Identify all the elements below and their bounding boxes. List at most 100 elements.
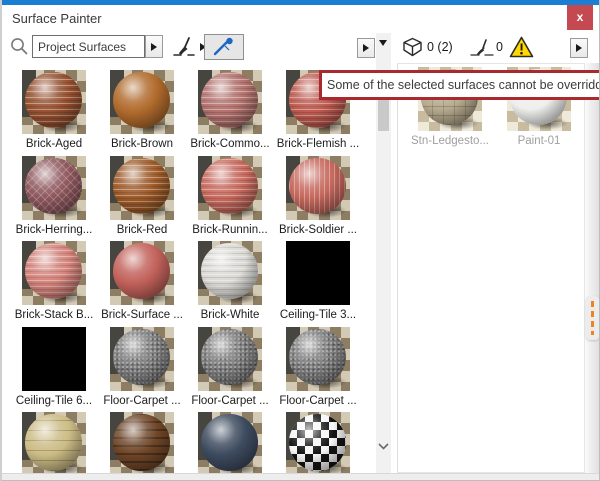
window-bottom-edge (2, 473, 600, 480)
surface-thumbnail[interactable] (286, 327, 350, 391)
element-cube-icon (402, 37, 423, 57)
paint-brush-icon[interactable] (172, 35, 196, 59)
surface-thumbnail[interactable] (286, 412, 350, 473)
surface-thumbnail[interactable] (110, 327, 174, 391)
surface-thumbnail[interactable] (198, 156, 262, 220)
material-sphere-icon (201, 414, 257, 470)
material-sphere-icon (289, 414, 345, 470)
material-sphere-icon (25, 72, 81, 128)
surface-label: Brick-Soldier ... (274, 224, 362, 236)
selected-surfaces-panel: Stn-Ledgesto...Paint-01 (397, 63, 585, 473)
surface-label: Stn-Ledgesto... (406, 135, 494, 147)
panel-expand-button[interactable] (357, 38, 375, 58)
surface-label: Floor-Carpet ... (274, 395, 362, 407)
material-sphere-icon (201, 243, 257, 299)
splitter-grip[interactable] (586, 296, 599, 340)
right-arrow-icon (363, 44, 369, 52)
eyedropper-icon (211, 37, 237, 57)
surface-thumbnail[interactable] (198, 327, 262, 391)
surface-painter-dialog: Surface Painter x (0, 0, 600, 481)
surface-tile[interactable]: Brick-Commo... (186, 70, 274, 156)
panel-resize-edge (585, 63, 600, 473)
material-sphere-icon (113, 414, 169, 470)
surface-tile[interactable]: Brick-Brown (98, 70, 186, 156)
surface-thumbnail[interactable] (110, 70, 174, 134)
scrollbar-flyout-icon[interactable] (379, 40, 387, 46)
surface-tile[interactable]: Brick-Surface ... (98, 241, 186, 327)
material-sphere-icon (289, 329, 345, 385)
surface-tile[interactable]: Brick-Soldier ... (274, 156, 362, 242)
scroll-down-chevron-icon[interactable] (378, 443, 389, 450)
surface-label: Brick-Stack B... (10, 309, 98, 321)
splitter-grip-dashes-icon (591, 301, 594, 335)
surface-label: Brick-Runnin... (186, 224, 274, 236)
window-title: Surface Painter (12, 11, 102, 26)
material-sphere-icon (113, 72, 169, 128)
surface-label: Brick-Brown (98, 138, 186, 150)
material-sphere-icon (201, 72, 257, 128)
surface-tile[interactable]: Brick-Stack B... (10, 241, 98, 327)
material-sphere-icon (25, 158, 81, 214)
surface-tile[interactable] (10, 412, 98, 473)
search-icon (10, 37, 29, 56)
material-sphere-icon (201, 329, 257, 385)
material-sphere-icon (113, 243, 169, 299)
surface-tile[interactable] (186, 412, 274, 473)
surface-thumbnail[interactable] (198, 70, 262, 134)
material-sphere-icon (25, 243, 81, 299)
surface-label: Brick-Flemish ... (274, 138, 362, 150)
surface-label: Ceiling-Tile 3... (274, 309, 362, 321)
surface-thumbnail[interactable] (22, 412, 86, 473)
surface-tile[interactable]: Brick-Herring... (10, 156, 98, 242)
surface-label: Brick-Commo... (186, 138, 274, 150)
material-sphere-icon (113, 158, 169, 214)
surface-tile[interactable]: Floor-Carpet ... (186, 327, 274, 413)
surface-thumbnail[interactable] (110, 156, 174, 220)
surface-set-input[interactable] (32, 35, 145, 58)
scrollbar-thumb[interactable] (378, 98, 389, 131)
painted-brush-icon (470, 37, 494, 57)
surface-label: Floor-Carpet ... (186, 395, 274, 407)
title-bar[interactable]: Surface Painter x (2, 5, 600, 32)
pick-surface-button[interactable] (204, 34, 244, 60)
surface-thumbnail[interactable] (198, 412, 262, 473)
warning-tooltip: Some of the selected surfaces cannot be … (319, 70, 600, 100)
surface-thumbnail[interactable] (110, 412, 174, 473)
surface-thumbnail[interactable] (198, 241, 262, 305)
material-sphere-icon (113, 329, 169, 385)
surface-grid: Brick-AgedBrick-BrownBrick-Commo...Brick… (10, 63, 362, 473)
surface-tile[interactable]: Ceiling-Tile 6... (10, 327, 98, 413)
surface-thumbnail[interactable] (22, 327, 86, 391)
surface-tile[interactable]: Brick-Runnin... (186, 156, 274, 242)
close-button[interactable]: x (567, 5, 593, 30)
surface-thumbnail[interactable] (22, 156, 86, 220)
warning-icon[interactable] (509, 36, 534, 58)
surface-tile[interactable]: Floor-Carpet ... (274, 327, 362, 413)
surface-tile[interactable]: Brick-White (186, 241, 274, 327)
surface-tile[interactable]: Brick-Aged (10, 70, 98, 156)
surface-label: Floor-Carpet ... (98, 395, 186, 407)
painted-count: 0 (496, 40, 503, 54)
surface-label: Brick-Herring... (10, 224, 98, 236)
surface-tile[interactable]: Brick-Red (98, 156, 186, 242)
surface-label: Brick-Red (98, 224, 186, 236)
surface-label: Paint-01 (495, 135, 583, 147)
options-flyout-button[interactable] (570, 38, 588, 58)
surface-label: Ceiling-Tile 6... (10, 395, 98, 407)
surface-thumbnail[interactable] (286, 156, 350, 220)
surface-catalog-area[interactable]: Brick-AgedBrick-BrownBrick-Commo...Brick… (10, 63, 362, 473)
surface-set-dropdown-button[interactable] (145, 35, 163, 58)
material-sphere-icon (289, 158, 345, 214)
surface-thumbnail[interactable] (286, 241, 350, 305)
surface-thumbnail[interactable] (110, 241, 174, 305)
surface-thumbnail[interactable] (22, 241, 86, 305)
surface-tile[interactable]: Floor-Carpet ... (98, 327, 186, 413)
surface-tile[interactable] (274, 412, 362, 473)
selected-elements-count: 0 (2) (427, 40, 453, 54)
surface-thumbnail[interactable] (22, 70, 86, 134)
toolbar: 0 (2) 0 (2, 32, 600, 63)
surface-tile[interactable] (98, 412, 186, 473)
surface-label: Brick-Aged (10, 138, 98, 150)
surface-label: Brick-White (186, 309, 274, 321)
surface-tile[interactable]: Ceiling-Tile 3... (274, 241, 362, 327)
